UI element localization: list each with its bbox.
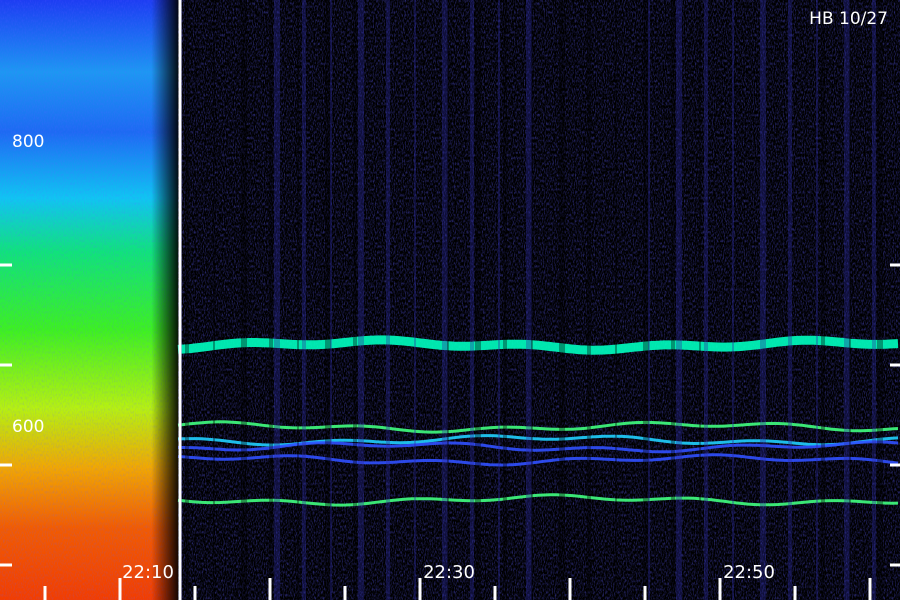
striation-7 — [671, 0, 675, 600]
striation-22 — [386, 0, 390, 600]
spectrogram-chart: 800 600 22:10 22:30 22:50 HB 10/27 — [0, 0, 900, 600]
striation-23 — [559, 0, 565, 600]
striation-29 — [877, 0, 883, 600]
left-burst-region — [0, 0, 178, 600]
striation-12 — [816, 0, 818, 600]
striation-10 — [470, 0, 474, 600]
striation-30 — [330, 0, 332, 600]
x-tick-label-2210: 22:10 — [122, 562, 174, 583]
x-tick-label-2230: 22:30 — [423, 562, 475, 583]
striation-39 — [447, 0, 449, 600]
chart-title: HB 10/27 — [809, 9, 888, 29]
striation-9 — [297, 0, 299, 600]
striation-24 — [732, 0, 734, 600]
striation-4 — [872, 0, 876, 600]
striation-15 — [615, 0, 617, 600]
striation-38 — [274, 0, 280, 600]
striation-32 — [676, 0, 682, 600]
y-tick-label-600: 600 — [12, 417, 44, 437]
striation-16 — [788, 0, 792, 600]
x-tick-label-2250: 22:50 — [723, 562, 775, 583]
striation-6 — [498, 0, 500, 600]
striation-17 — [241, 0, 247, 600]
striation-3 — [699, 0, 701, 600]
striation-31 — [503, 0, 507, 600]
striation-25 — [185, 0, 189, 600]
striation-34 — [302, 0, 306, 600]
striation-28 — [704, 0, 708, 600]
striation-19 — [587, 0, 591, 600]
striation-26 — [358, 0, 364, 600]
striation-13 — [269, 0, 273, 600]
striation-20 — [760, 0, 766, 600]
striation-33 — [849, 0, 851, 600]
y-tick-label-800: 800 — [12, 132, 44, 152]
striation-18 — [414, 0, 416, 600]
striation-27 — [531, 0, 533, 600]
striation-37 — [821, 0, 825, 600]
striation-21 — [213, 0, 215, 600]
striation-36 — [648, 0, 650, 600]
striation-35 — [475, 0, 481, 600]
striation-1 — [353, 0, 357, 600]
